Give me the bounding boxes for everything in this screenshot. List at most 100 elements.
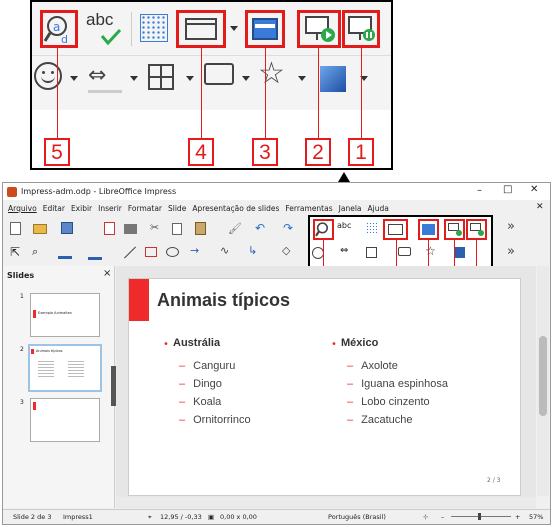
close-button[interactable]: ✕ bbox=[530, 184, 538, 195]
star-icon[interactable]: ☆ bbox=[258, 58, 285, 90]
slide-layout-icon-small[interactable] bbox=[383, 219, 408, 240]
menu-formatar[interactable]: Formatar bbox=[128, 204, 162, 213]
undo-icon[interactable]: ↶ bbox=[255, 221, 265, 235]
bullet: • bbox=[163, 339, 169, 350]
zoom-in-button[interactable]: + bbox=[515, 513, 520, 521]
label-3: 3 bbox=[252, 138, 278, 166]
connector bbox=[361, 48, 362, 138]
fit-slide-icon[interactable]: ⊹ bbox=[423, 513, 428, 521]
autospell-icon-small[interactable]: abc bbox=[337, 221, 351, 230]
autospell-text: abc bbox=[86, 10, 114, 29]
line-color-icon[interactable] bbox=[58, 256, 72, 259]
col2-heading[interactable]: México bbox=[341, 337, 378, 349]
autospell-icon[interactable]: abc bbox=[86, 10, 126, 48]
slide-thumbnail-1[interactable]: Exemplo Animaltex bbox=[30, 293, 100, 337]
layout-dropdown-icon[interactable] bbox=[230, 26, 238, 31]
list-item: – Iguana espinhosa bbox=[347, 378, 448, 390]
fill-color-icon[interactable] bbox=[88, 246, 102, 260]
menu-apresentacao[interactable]: Apresentação de slides bbox=[192, 204, 279, 213]
menu-editar[interactable]: Editar bbox=[43, 204, 65, 213]
connector bbox=[318, 48, 319, 138]
menu-inserir[interactable]: Inserir bbox=[98, 204, 122, 213]
start-first-slide-icon[interactable] bbox=[297, 10, 341, 48]
master-slide-icon-small[interactable] bbox=[418, 219, 439, 240]
slide-layout-icon[interactable] bbox=[176, 10, 226, 48]
label-2: 2 bbox=[305, 138, 331, 166]
menu-ferramentas[interactable]: Ferramentas bbox=[285, 204, 332, 213]
slide-thumbnail-2[interactable]: Animais típicos bbox=[28, 344, 102, 392]
vertical-scrollbar[interactable] bbox=[537, 266, 549, 496]
status-bar: Slide 2 de 3 Impress1 ⌖ 12,95 / -0,33 ▣ … bbox=[3, 509, 550, 524]
start-current-slide-icon[interactable] bbox=[342, 10, 380, 48]
toolbar-overflow-icon-2[interactable]: » bbox=[507, 244, 515, 259]
spelling-icon[interactable]: ad bbox=[40, 10, 78, 48]
clone-format-icon[interactable]: 🖌 bbox=[228, 222, 242, 235]
slide-title[interactable]: Animais típicos bbox=[157, 290, 290, 311]
ellipse-icon[interactable] bbox=[166, 247, 179, 257]
connectors-icon[interactable]: ↳ bbox=[248, 244, 257, 257]
select-icon[interactable]: ⇱ bbox=[10, 245, 20, 259]
menu-janela[interactable]: Janela bbox=[339, 204, 362, 213]
open-icon[interactable] bbox=[33, 224, 47, 234]
minimize-button[interactable]: – bbox=[477, 185, 482, 196]
menu-exibir[interactable]: Exibir bbox=[71, 204, 92, 213]
rectangle-icon[interactable] bbox=[145, 247, 157, 257]
status-slide: Slide 2 de 3 bbox=[13, 513, 52, 521]
basic-shapes-icon[interactable]: ◇ bbox=[282, 244, 290, 257]
horizontal-scrollbar[interactable] bbox=[116, 497, 536, 507]
close-document-button[interactable]: ✕ bbox=[536, 202, 544, 212]
zoom-slider[interactable] bbox=[451, 516, 511, 517]
dropdown-icon[interactable] bbox=[242, 76, 250, 81]
dropdown-icon[interactable] bbox=[70, 76, 78, 81]
start-current-slide-icon-small[interactable] bbox=[466, 219, 487, 240]
dropdown-icon[interactable] bbox=[186, 76, 194, 81]
save-icon[interactable] bbox=[61, 222, 73, 234]
new-icon[interactable] bbox=[10, 222, 21, 235]
redo-icon[interactable]: ↷ bbox=[283, 221, 293, 235]
dropdown-icon[interactable] bbox=[130, 76, 138, 81]
print-icon[interactable] bbox=[124, 224, 137, 234]
col1-heading[interactable]: Austrália bbox=[173, 337, 220, 349]
lines-arrows-icon[interactable]: → bbox=[190, 244, 199, 257]
block-arrows-icon-small[interactable]: ⇔ bbox=[340, 245, 348, 256]
spelling-icon-small[interactable] bbox=[313, 219, 334, 240]
col1-list: – Canguru – Dingo – Koala – Ornitorrinco bbox=[179, 357, 251, 429]
status-zoom[interactable]: 57% bbox=[529, 513, 543, 521]
svg-text:d: d bbox=[61, 33, 68, 45]
block-arrows-icon[interactable]: ⇔ bbox=[88, 64, 106, 88]
flowchart-icon[interactable] bbox=[148, 64, 174, 90]
callout-icon-small[interactable] bbox=[398, 247, 411, 256]
slide-title-bar bbox=[129, 279, 149, 321]
paste-icon[interactable] bbox=[195, 222, 206, 235]
status-size: 0,00 x 0,00 bbox=[220, 513, 257, 521]
dropdown-icon[interactable] bbox=[298, 76, 306, 81]
export-pdf-icon[interactable] bbox=[104, 222, 115, 235]
list-item: – Lobo cinzento bbox=[347, 396, 430, 408]
slide-thumbnail-3[interactable] bbox=[30, 398, 100, 442]
zoom-slider-handle[interactable] bbox=[478, 513, 481, 520]
menu-slide[interactable]: Slide bbox=[168, 204, 186, 213]
menu-ajuda[interactable]: Ajuda bbox=[368, 204, 389, 213]
start-first-slide-icon-small[interactable] bbox=[444, 219, 465, 240]
master-slide-icon[interactable] bbox=[245, 10, 285, 48]
3d-objects-icon-small[interactable] bbox=[454, 247, 465, 258]
grid-icon-small[interactable] bbox=[366, 222, 377, 233]
status-language[interactable]: Português (Brasil) bbox=[328, 513, 386, 521]
zoom-pan-icon[interactable]: ⌕ bbox=[32, 245, 38, 259]
slides-panel-close[interactable]: × bbox=[103, 268, 111, 279]
callout-icon[interactable] bbox=[204, 63, 234, 85]
divider bbox=[131, 12, 132, 46]
toolbar-overflow-icon[interactable]: » bbox=[507, 219, 515, 234]
scrollbar-thumb[interactable] bbox=[539, 336, 547, 416]
maximize-button[interactable]: □ bbox=[503, 184, 512, 195]
menu-arquivo[interactable]: Arquivo bbox=[8, 204, 37, 213]
grid-icon[interactable] bbox=[140, 14, 168, 42]
3d-objects-icon[interactable] bbox=[320, 66, 346, 92]
copy-icon[interactable] bbox=[172, 223, 182, 235]
zoom-out-button[interactable]: – bbox=[441, 513, 444, 521]
pointer-arrow-head bbox=[338, 172, 350, 182]
flowchart-icon-small[interactable] bbox=[366, 247, 377, 258]
cut-icon[interactable]: ✂ bbox=[150, 221, 159, 234]
star-icon-small[interactable]: ☆ bbox=[425, 244, 436, 258]
curves-icon[interactable]: ∿ bbox=[220, 244, 229, 257]
